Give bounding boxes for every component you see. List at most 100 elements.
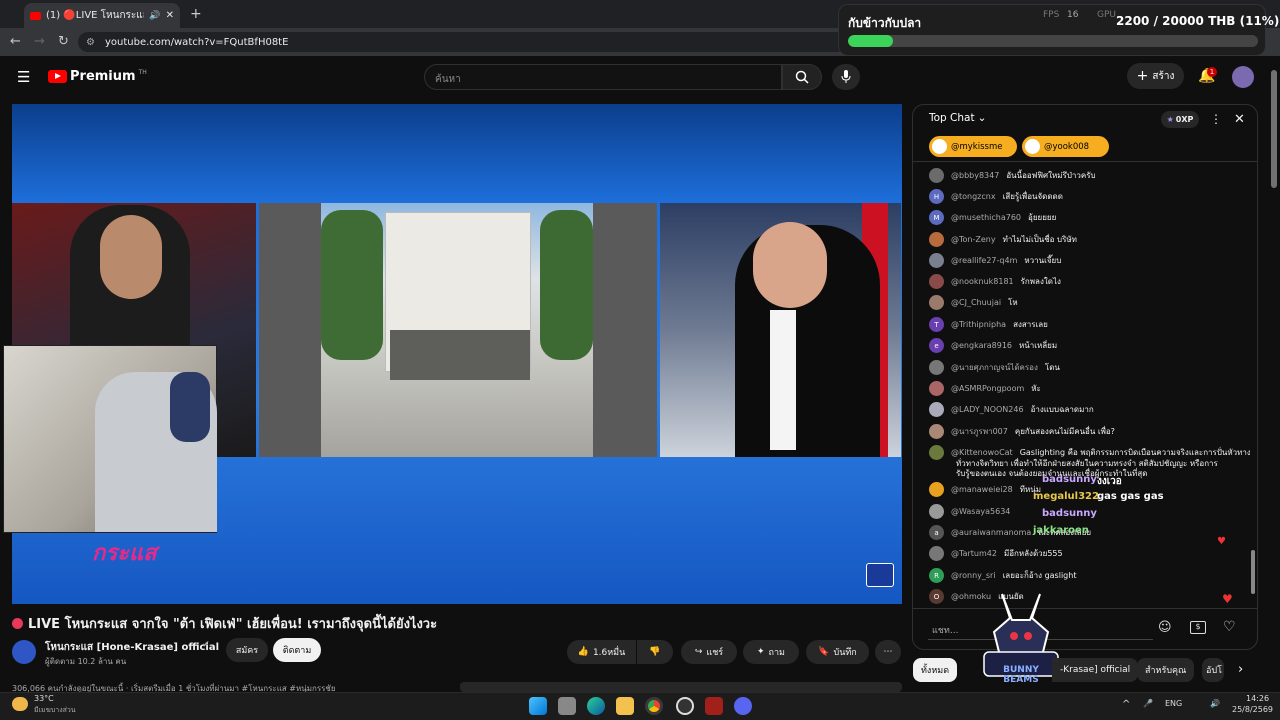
site-info-icon[interactable]: ⚙ (86, 37, 95, 48)
speaker-tray-icon[interactable]: 🔊 (1210, 699, 1220, 708)
chat-author-name[interactable]: @CJ_Chuujai (951, 298, 1001, 307)
chat-message[interactable]: @Wasaya5634 (929, 504, 1017, 519)
xp-badge[interactable]: ★ 0XP (1161, 111, 1199, 128)
heart-reaction-icon[interactable]: ♡ (1223, 619, 1236, 635)
new-tab-button[interactable]: + (190, 6, 202, 22)
chat-author-avatar[interactable] (929, 504, 944, 519)
chip-channel[interactable]: -Krasae] official (1052, 658, 1139, 682)
chat-author-avatar[interactable] (929, 168, 944, 183)
create-button[interactable]: + สร้าง (1127, 63, 1184, 89)
video-description[interactable]: 306,066 คนกำลังดูอยู่ในขณะนี้ · เริ่มสตร… (12, 682, 452, 692)
chip-all[interactable]: ทั้งหมด (913, 658, 958, 682)
chat-author-avatar[interactable] (929, 253, 944, 268)
chat-message[interactable]: @nooknuk8181 รักพลงใดไง (929, 274, 1061, 289)
tray-chevron-icon[interactable]: ^ (1122, 699, 1130, 710)
chat-author-avatar[interactable] (929, 445, 944, 460)
emoji-icon[interactable]: ☺ (1158, 620, 1172, 635)
chat-scrollbar[interactable] (1251, 550, 1255, 594)
chat-author-avatar[interactable]: R (929, 568, 944, 583)
chat-message[interactable]: @bbby8347 อันนี้ออฟฟิศใหม่รึป่าวครับ (929, 168, 1096, 183)
chat-author-name[interactable]: @musethicha760 (951, 213, 1021, 222)
chrome-icon[interactable] (645, 697, 663, 715)
chat-author-name[interactable]: @KittenowoCat (951, 448, 1013, 457)
channel-avatar[interactable] (12, 640, 36, 664)
menu-icon[interactable]: ☰ (17, 68, 30, 86)
chat-author-avatar[interactable] (929, 232, 944, 247)
reload-icon[interactable]: ↻ (58, 35, 69, 49)
chat-message[interactable]: e @engkara8916 หน้าเหลี่ยม (929, 338, 1057, 353)
join-button[interactable]: สมัคร (226, 638, 268, 662)
share-button[interactable]: ↪ แชร์ (681, 640, 737, 664)
chat-message[interactable]: @Ton-Zeny ทำไมไม่เป็นชื่อ บริษัท (929, 232, 1077, 247)
chat-author-avatar[interactable] (929, 381, 944, 396)
chat-author-name[interactable]: @ASMRPongpoom (951, 384, 1024, 393)
super-chat-icon[interactable]: $ (1190, 621, 1206, 634)
chat-message[interactable]: T @Trithipnipha สงสารเลย (929, 317, 1048, 332)
chat-author-name[interactable]: @engkara8916 (951, 341, 1012, 350)
chat-message[interactable]: H @tongzcnx เสียรู้เพื่อนจัดดดด (929, 189, 1063, 204)
chat-author-name[interactable]: @Wasaya5634 (951, 507, 1010, 516)
chat-author-avatar[interactable]: H (929, 189, 944, 204)
page-scrollbar[interactable] (1271, 70, 1277, 188)
chat-author-name[interactable]: @นารภูรพา007 (951, 425, 1008, 438)
forward-icon[interactable]: → (34, 35, 45, 49)
chevron-right-icon[interactable]: › (1238, 662, 1243, 677)
chat-author-name[interactable]: @bbby8347 (951, 171, 999, 180)
chat-author-name[interactable]: @auraiwanmanoma (951, 528, 1031, 537)
chat-author-avatar[interactable] (929, 360, 944, 375)
youtube-premium-logo[interactable]: Premium TH (48, 69, 147, 84)
chat-author-avatar[interactable] (929, 402, 944, 417)
chat-author-avatar[interactable] (929, 295, 944, 310)
voice-search-button[interactable] (832, 64, 860, 90)
chat-close-icon[interactable]: ✕ (1234, 112, 1245, 127)
chat-author-avatar[interactable]: M (929, 210, 944, 225)
obs-icon[interactable] (676, 697, 694, 715)
subscribe-button[interactable]: ติดตาม (273, 638, 321, 662)
chat-author-name[interactable]: @Tartum42 (951, 549, 997, 558)
tab-close-icon[interactable]: ✕ (166, 10, 174, 21)
discord-icon[interactable] (734, 697, 752, 715)
browser-tab[interactable]: (1) 🔴LIVE โหนกระแส จากใจ 🔊 ✕ (24, 3, 180, 28)
chat-message[interactable]: M @musethicha760 อุ้ยยยยย (929, 210, 1056, 225)
chip-for-you[interactable]: สำหรับคุณ (1137, 658, 1195, 682)
chat-author-name[interactable]: @manaweiei28 (951, 485, 1013, 494)
chat-author-name[interactable]: @ronny_sri (951, 571, 996, 580)
chat-mode-selector[interactable]: Top Chat ⌄ (929, 112, 986, 124)
chat-author-avatar[interactable]: O (929, 589, 944, 604)
chat-author-avatar[interactable] (929, 482, 944, 497)
chat-message[interactable]: R @ronny_sri เลยอะก็อ้าง gaslight (929, 568, 1076, 583)
speaker-icon[interactable]: 🔊 (149, 11, 160, 21)
chip-more[interactable]: อัปโ (1202, 658, 1224, 682)
chat-author-name[interactable]: @reallife27-q4m (951, 256, 1017, 265)
chat-message[interactable]: @Tartum42 มีอีกหลังด้วย555 (929, 546, 1063, 561)
chat-message[interactable]: @reallife27-q4m หวานเจี๊ยบ (929, 253, 1061, 268)
chat-author-name[interactable]: @tongzcnx (951, 192, 996, 201)
mic-tray-icon[interactable]: 🎤 (1143, 699, 1153, 708)
pinned-user-chip[interactable]: @mykissme (929, 136, 1017, 157)
chat-author-name[interactable]: @nooknuk8181 (951, 277, 1014, 286)
chat-author-avatar[interactable] (929, 274, 944, 289)
input-language[interactable]: ENG (1165, 699, 1182, 708)
dota-icon[interactable] (705, 697, 723, 715)
chat-message[interactable]: @นารภูรพา007 คุยกันสองคนไม่มีคนอื่น เพื่อ… (929, 424, 1115, 439)
chat-author-name[interactable]: @Trithipnipha (951, 320, 1006, 329)
chat-author-name[interactable]: @Ton-Zeny (951, 235, 996, 244)
chat-author-avatar[interactable]: T (929, 317, 944, 332)
pinned-user-chip[interactable]: @yook008 (1022, 136, 1109, 157)
chat-author-name[interactable]: @LADY_NOON246 (951, 405, 1024, 414)
chat-message[interactable]: @นายศุภกาญจน์ได้ครอง โดน (929, 360, 1060, 375)
ask-button[interactable]: ✦ ถาม (743, 640, 799, 664)
url-field[interactable]: ⚙ youtube.com/watch?v=FQutBfH08tE (78, 32, 858, 52)
chat-message[interactable]: @CJ_Chuujai โห (929, 295, 1018, 310)
chat-author-name[interactable]: @นายศุภกาญจน์ได้ครอง (951, 361, 1038, 374)
file-explorer-icon[interactable] (616, 697, 634, 715)
task-view-icon[interactable] (558, 697, 576, 715)
account-avatar[interactable] (1232, 66, 1254, 88)
back-icon[interactable]: ← (10, 35, 21, 49)
chat-menu-icon[interactable]: ⋮ (1210, 112, 1222, 126)
windows-start-icon[interactable] (529, 697, 547, 715)
dislike-button[interactable]: 👎 (637, 640, 673, 664)
like-button[interactable]: 👍 1.6หมื่น (567, 640, 636, 664)
chat-message[interactable]: @ASMRPongpoom หัะ (929, 381, 1041, 396)
chat-author-avatar[interactable]: a (929, 525, 944, 540)
